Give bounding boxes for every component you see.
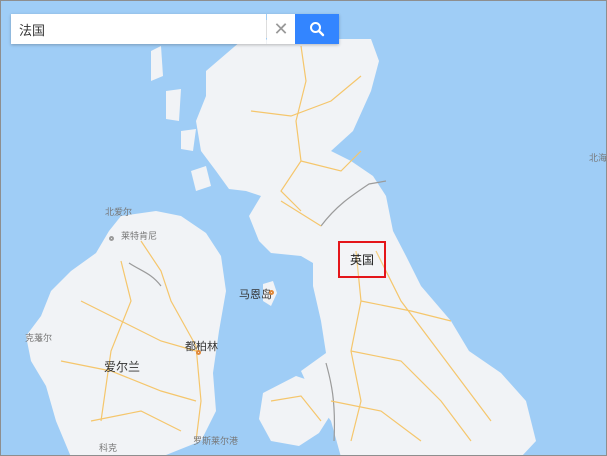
ireland-landmass	[26, 211, 226, 455]
map-land-layer	[26, 31, 536, 455]
map-label-letterkenny: 莱特肯尼	[121, 232, 158, 242]
clear-search-button[interactable]: ✕	[267, 14, 295, 44]
map-label-isle-of-man[interactable]: 马恩岛	[239, 286, 272, 302]
isle-of-man-marker[interactable]	[269, 290, 274, 295]
uk-highlight-box[interactable]: 英国	[338, 241, 386, 278]
search-input[interactable]	[11, 14, 266, 44]
search-bar: ✕	[11, 14, 339, 44]
clare-marker	[37, 337, 42, 342]
wales-landmass	[259, 376, 333, 446]
map-label-north-sea: 北海	[589, 154, 607, 164]
map-label-uk: 英国	[349, 253, 374, 267]
search-button[interactable]	[295, 14, 339, 44]
map-view[interactable]: 北爱尔 莱特肯尼 克莱尔 罗斯莱尔港 科克 北海 爱尔兰 都柏林 马恩岛 英国 …	[0, 0, 607, 456]
map-label-dublin[interactable]: 都柏林	[185, 338, 218, 354]
map-label-north-ireland: 北爱尔	[105, 208, 133, 218]
map-label-rosslare: 罗斯莱尔港	[193, 437, 239, 447]
map-label-cork: 科克	[99, 444, 118, 454]
dublin-city-marker[interactable]	[196, 350, 201, 355]
search-icon	[310, 22, 325, 37]
map-label-ireland[interactable]: 爱尔兰	[104, 358, 140, 375]
letterkenny-marker	[109, 236, 114, 241]
close-icon: ✕	[273, 18, 289, 40]
